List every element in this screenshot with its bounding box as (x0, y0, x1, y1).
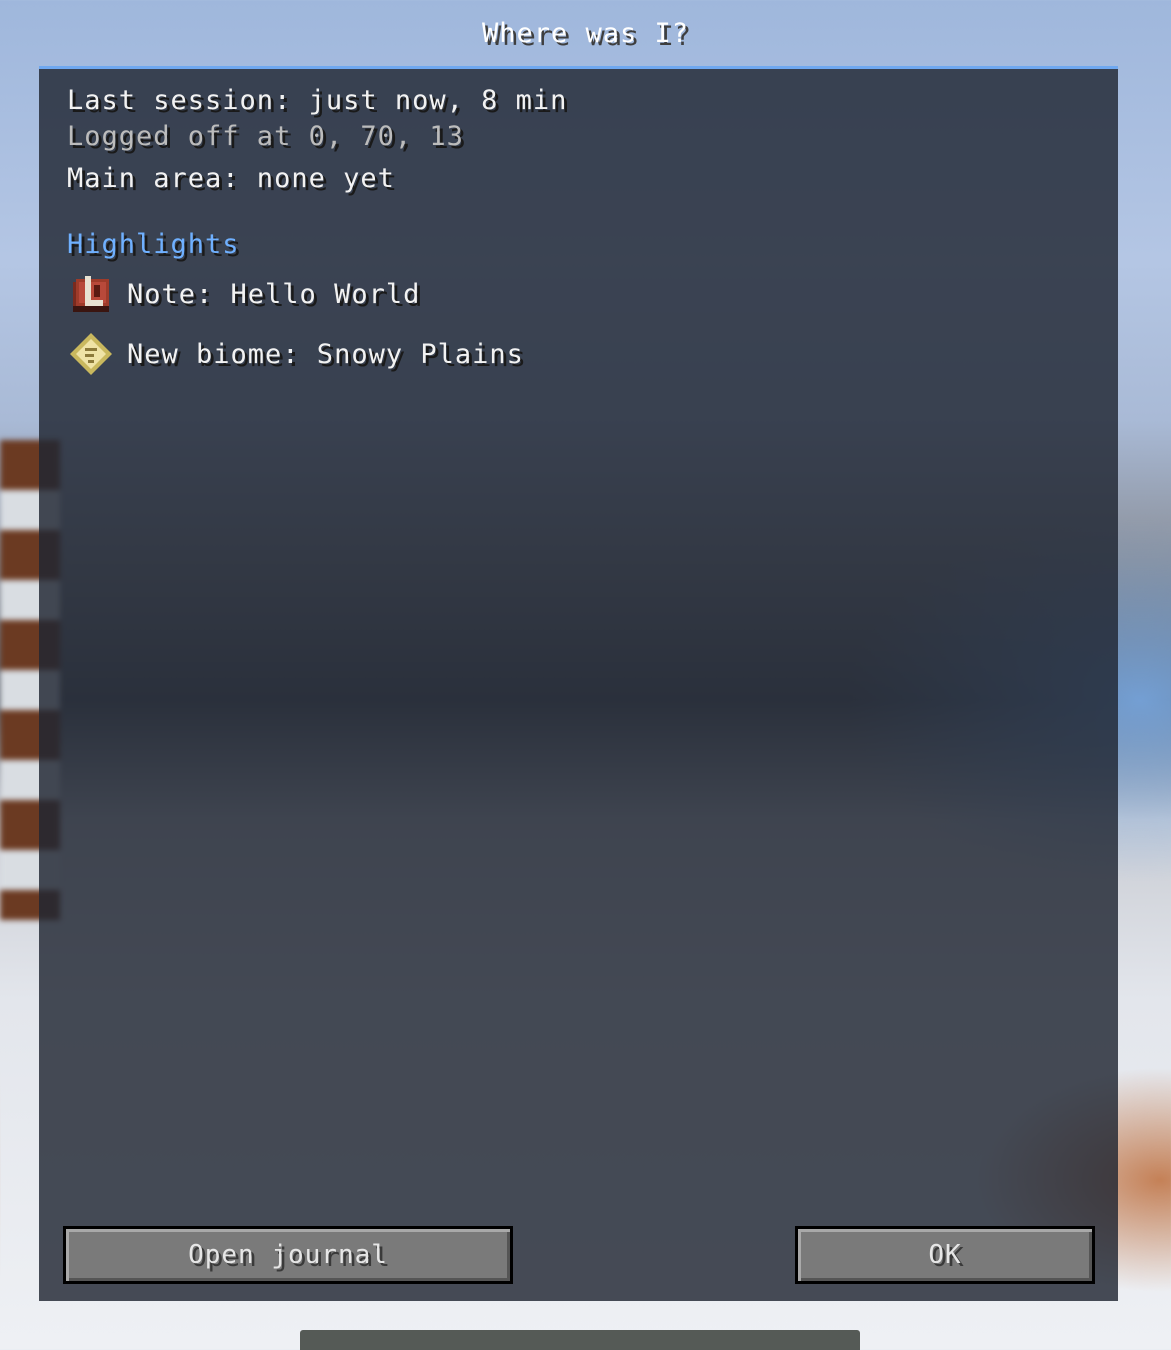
ok-button[interactable]: OK (795, 1226, 1095, 1284)
highlight-item: Note: Hello World (67, 270, 420, 318)
highlight-item: New biome: Snowy Plains (67, 330, 524, 378)
highlight-text: Note: Hello World (127, 278, 421, 310)
highlight-text: New biome: Snowy Plains (127, 338, 524, 370)
logged-off-text: Logged off at 0, 70, 13 (67, 121, 464, 152)
where-was-i-panel: Last session: just now, 8 min Logged off… (39, 66, 1118, 1301)
note-book-icon (67, 270, 115, 318)
map-scroll-icon (67, 330, 115, 378)
background-hotbar (300, 1330, 860, 1350)
screen-title: Where was I? (481, 18, 690, 49)
open-journal-button[interactable]: Open journal (63, 1226, 513, 1284)
last-session-text: Last session: just now, 8 min (67, 85, 568, 116)
highlights-heading: Highlights (67, 229, 240, 260)
main-area-text: Main area: none yet (67, 163, 395, 194)
